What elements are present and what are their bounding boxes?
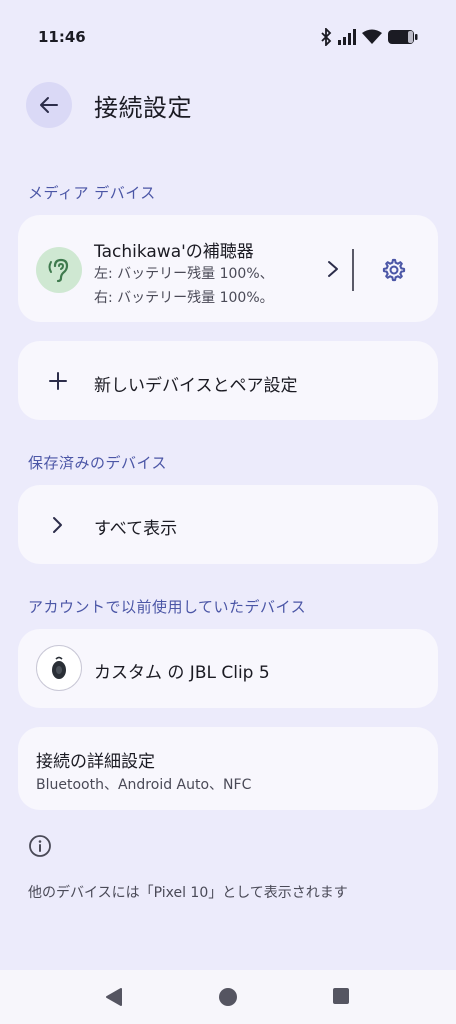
show-all-button[interactable]: すべて表示 [18,485,438,564]
speaker-icon-circle [36,645,82,691]
page-title: 接続設定 [94,94,192,122]
chevron-right-icon [53,517,62,533]
account-device-item[interactable]: カスタム の JBL Clip 5 [18,629,438,708]
plus-icon [49,372,67,390]
account-device-name: カスタム の JBL Clip 5 [94,663,270,683]
advanced-settings-subtitle: Bluetooth、Android Auto、NFC [36,777,252,793]
back-button[interactable] [26,82,72,128]
chevron-right-icon [328,261,338,277]
media-device-right-battery: 右: バッテリー残量 100%。 [94,290,274,306]
bluetooth-icon [321,28,332,46]
status-time: 11:46 [38,28,86,46]
signal-icon [338,29,356,45]
status-bar: 11:46 [0,0,456,72]
hearing-aid-icon-circle [36,247,82,293]
status-icons [320,27,418,47]
media-device-card: Tachikawa'の補聴器 左: バッテリー残量 100%、 右: バッテリー… [18,215,438,322]
nav-home-icon[interactable] [218,987,238,1007]
hearing-aid-icon [48,258,69,283]
section-media-devices: メディア デバイス [28,184,156,202]
nav-recents-icon[interactable] [332,987,350,1005]
media-device-item[interactable]: Tachikawa'の補聴器 左: バッテリー残量 100%、 右: バッテリー… [18,215,348,322]
system-nav-bar [0,970,456,1024]
advanced-settings-title: 接続の詳細設定 [36,752,155,772]
card-divider [352,249,354,291]
arrow-left-icon [40,97,58,113]
speaker-icon [52,656,66,679]
gear-icon [382,258,406,282]
show-all-label: すべて表示 [94,519,178,539]
section-account-devices: アカウントで以前使用していたデバイス [28,598,307,616]
media-device-name: Tachikawa'の補聴器 [94,242,254,262]
info-icon [29,835,51,857]
device-visibility-text: 他のデバイスには「Pixel 10」として表示されます [28,885,348,901]
device-settings-button[interactable] [368,245,420,295]
battery-icon [388,30,418,44]
nav-back-icon[interactable] [104,987,124,1007]
pair-new-device-label: 新しいデバイスとペア設定 [94,376,298,396]
pair-new-device-button[interactable]: 新しいデバイスとペア設定 [18,341,438,420]
media-device-left-battery: 左: バッテリー残量 100%、 [94,266,274,282]
section-saved-devices: 保存済みのデバイス [28,454,168,472]
advanced-connection-settings[interactable]: 接続の詳細設定 Bluetooth、Android Auto、NFC [18,727,438,810]
wifi-icon [362,29,382,44]
